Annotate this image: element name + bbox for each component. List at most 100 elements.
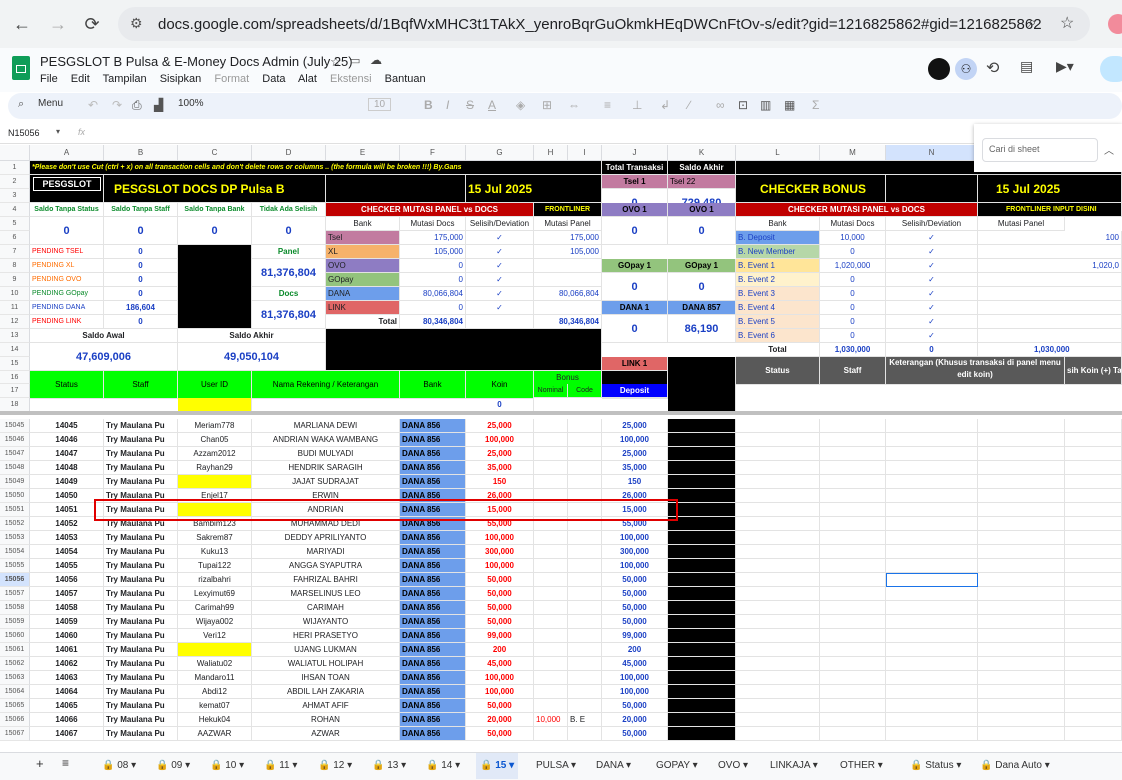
- row-black[interactable]: [668, 531, 736, 545]
- select-all-corner[interactable]: [0, 145, 30, 161]
- sheet-tab-other[interactable]: OTHER ▾: [836, 753, 887, 779]
- row-koin[interactable]: 50,000: [466, 601, 534, 615]
- row-id[interactable]: 14052: [30, 517, 104, 531]
- row-empty[interactable]: [1065, 433, 1122, 447]
- row-deposit[interactable]: 99,000: [602, 629, 668, 643]
- filter-icon[interactable]: ▦: [784, 98, 795, 112]
- column-header-h[interactable]: H: [534, 145, 568, 161]
- redo-icon[interactable]: ↷: [112, 98, 122, 112]
- row-staff[interactable]: Try Maulana Pu: [104, 671, 178, 685]
- row-black[interactable]: [668, 601, 736, 615]
- row-header[interactable]: 15061: [0, 643, 30, 657]
- row-staff[interactable]: Try Maulana Pu: [104, 433, 178, 447]
- row-staff[interactable]: Try Maulana Pu: [104, 699, 178, 713]
- row-empty[interactable]: [1065, 727, 1122, 741]
- row-empty[interactable]: [886, 727, 978, 741]
- row-header[interactable]: 15045: [0, 419, 30, 433]
- row-bank[interactable]: DANA 856: [400, 531, 466, 545]
- row-bonus-nominal[interactable]: [534, 643, 568, 657]
- merge-icon[interactable]: ⇔: [568, 98, 580, 112]
- row-black[interactable]: [668, 727, 736, 741]
- row-empty[interactable]: [978, 615, 1065, 629]
- comment-icon[interactable]: ▤: [1020, 58, 1033, 75]
- row-deposit[interactable]: 50,000: [602, 587, 668, 601]
- row-empty[interactable]: [1065, 461, 1122, 475]
- column-header-l[interactable]: L: [736, 145, 820, 161]
- row-header[interactable]: 15058: [0, 601, 30, 615]
- row-koin[interactable]: 50,000: [466, 615, 534, 629]
- borders-icon[interactable]: ⊞: [542, 98, 552, 112]
- row-empty[interactable]: [736, 461, 820, 475]
- row-staff[interactable]: Try Maulana Pu: [104, 587, 178, 601]
- row-bonus-code[interactable]: [568, 671, 602, 685]
- row-bonus-nominal[interactable]: [534, 629, 568, 643]
- row-deposit[interactable]: 100,000: [602, 531, 668, 545]
- row-empty[interactable]: [820, 699, 886, 713]
- row-empty[interactable]: [1065, 559, 1122, 573]
- row-header[interactable]: 15067: [0, 727, 30, 741]
- row-koin[interactable]: 45,000: [466, 657, 534, 671]
- row-empty[interactable]: [1065, 713, 1122, 727]
- add-sheet-icon[interactable]: +: [36, 756, 44, 771]
- row-deposit[interactable]: 35,000: [602, 461, 668, 475]
- row-nama[interactable]: AZWAR: [252, 727, 400, 741]
- row-id[interactable]: 14062: [30, 657, 104, 671]
- row-nama[interactable]: WALIATUL HOLIPAH: [252, 657, 400, 671]
- row-empty[interactable]: [820, 503, 886, 517]
- row-staff[interactable]: Try Maulana Pu: [104, 461, 178, 475]
- link-icon[interactable]: ∞: [716, 98, 725, 112]
- italic-icon[interactable]: I: [446, 98, 449, 112]
- row-black[interactable]: [668, 433, 736, 447]
- row-staff[interactable]: Try Maulana Pu: [104, 573, 178, 587]
- column-header-c[interactable]: C: [178, 145, 252, 161]
- undo-icon[interactable]: ↶: [88, 98, 98, 112]
- row-header[interactable]: 13: [0, 329, 30, 343]
- sheet-tab-08[interactable]: 🔒 08 ▾: [98, 753, 140, 779]
- row-bank[interactable]: DANA 856: [400, 545, 466, 559]
- column-header-g[interactable]: G: [466, 145, 534, 161]
- row-empty[interactable]: [978, 671, 1065, 685]
- row-header[interactable]: 15056: [0, 573, 30, 587]
- row-header[interactable]: 15047: [0, 447, 30, 461]
- row-user-id[interactable]: Hekuk04: [178, 713, 252, 727]
- row-bonus-nominal[interactable]: 10,000: [534, 713, 568, 727]
- sheet-tab-12[interactable]: 🔒 12 ▾: [314, 753, 356, 779]
- row-bonus-nominal[interactable]: [534, 615, 568, 629]
- row-empty[interactable]: [978, 503, 1065, 517]
- row-header[interactable]: 15054: [0, 545, 30, 559]
- row-bonus-code[interactable]: [568, 615, 602, 629]
- star-icon[interactable]: ☆: [330, 54, 342, 70]
- row-header[interactable]: 1: [0, 161, 30, 175]
- row-user-id[interactable]: Sakrem87: [178, 531, 252, 545]
- row-empty[interactable]: [886, 615, 978, 629]
- row-bonus-nominal[interactable]: [534, 531, 568, 545]
- row-user-id[interactable]: Rayhan29: [178, 461, 252, 475]
- row-empty[interactable]: [1065, 489, 1122, 503]
- row-bank[interactable]: DANA 856: [400, 643, 466, 657]
- row-black[interactable]: [668, 559, 736, 573]
- history-icon[interactable]: ⟲: [986, 58, 999, 78]
- row-bank[interactable]: DANA 856: [400, 727, 466, 741]
- menu-extensions[interactable]: Ekstensi: [330, 73, 372, 85]
- row-header[interactable]: 18: [0, 398, 30, 412]
- row-bank[interactable]: DANA 856: [400, 685, 466, 699]
- row-deposit[interactable]: 300,000: [602, 545, 668, 559]
- row-empty[interactable]: [1065, 643, 1122, 657]
- row-bonus-code[interactable]: [568, 545, 602, 559]
- row-black[interactable]: [668, 503, 736, 517]
- row-black[interactable]: [668, 713, 736, 727]
- row-koin[interactable]: 50,000: [466, 727, 534, 741]
- row-bonus-nominal[interactable]: [534, 461, 568, 475]
- row-deposit[interactable]: 150: [602, 475, 668, 489]
- row-empty[interactable]: [886, 629, 978, 643]
- row-empty[interactable]: [1065, 545, 1122, 559]
- row-deposit[interactable]: 20,000: [602, 713, 668, 727]
- row-header[interactable]: 15062: [0, 657, 30, 671]
- row-empty[interactable]: [1065, 573, 1122, 587]
- row-header[interactable]: 15066: [0, 713, 30, 727]
- row-deposit[interactable]: 50,000: [602, 699, 668, 713]
- row-bank[interactable]: DANA 856: [400, 629, 466, 643]
- row-empty[interactable]: [736, 475, 820, 489]
- row-empty[interactable]: [736, 489, 820, 503]
- row-empty[interactable]: [820, 475, 886, 489]
